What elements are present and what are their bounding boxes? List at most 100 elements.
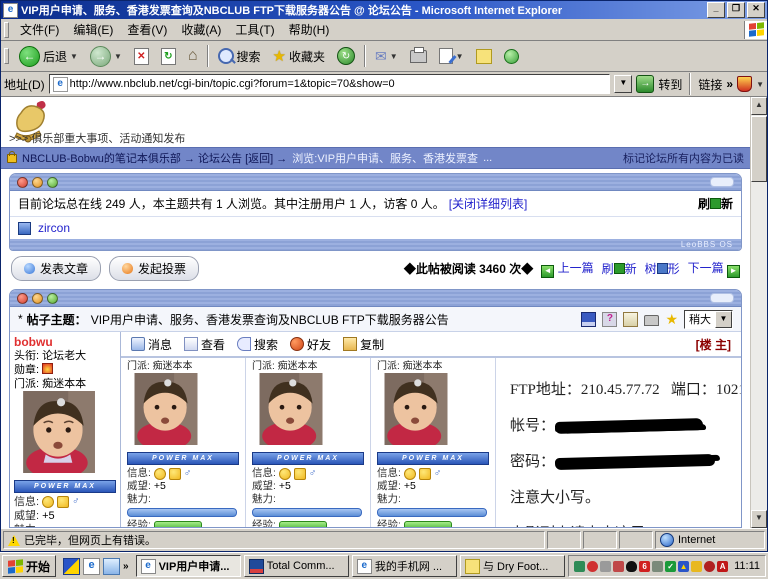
scroll-down-icon[interactable]: ▼	[751, 510, 767, 528]
tray-icon-lock[interactable]	[691, 561, 702, 572]
task-total-commander[interactable]: Total Comm...	[244, 555, 349, 577]
menu-edit[interactable]: 编辑(E)	[66, 19, 120, 40]
movie-list-link[interactable]: 电影列表请点击这里	[510, 522, 735, 527]
address-dropdown-icon[interactable]: ▼	[614, 75, 632, 93]
smiley-icon[interactable]	[154, 468, 166, 480]
smiley-square-icon[interactable]	[294, 468, 306, 480]
forward-button[interactable]: → ▼	[85, 43, 127, 70]
messenger-button[interactable]	[499, 46, 524, 67]
minimize-button[interactable]: _	[707, 2, 725, 18]
tray-icon-gray[interactable]	[652, 561, 663, 572]
tray-icon-warning[interactable]: ▲	[678, 561, 689, 572]
author-name[interactable]: bobwu	[14, 335, 116, 349]
stop-button[interactable]: ✕	[129, 45, 154, 68]
address-field[interactable]: e	[49, 74, 611, 94]
links-label[interactable]: 链接	[698, 76, 722, 93]
shield-dropdown-icon[interactable]: ▼	[756, 80, 764, 89]
warning-icon[interactable]	[8, 535, 20, 546]
ie-quicklaunch-icon[interactable]: e	[83, 558, 100, 575]
menu-view[interactable]: 查看(V)	[120, 19, 174, 40]
menu-favorites[interactable]: 收藏(A)	[174, 19, 228, 40]
smiley-icon[interactable]	[404, 468, 416, 480]
task-vip-post[interactable]: e VIP用户申请...	[136, 555, 241, 577]
refresh-link[interactable]: 刷新	[698, 195, 733, 212]
smiley-icon[interactable]	[279, 468, 291, 480]
view-button[interactable]: 查看	[184, 336, 225, 353]
title-bar[interactable]: e VIP用户申请、服务、香港发票查询及NBCLUB FTP下载服务器公告 @ …	[1, 1, 767, 19]
links-more[interactable]: »	[726, 77, 733, 91]
next-topic-link[interactable]: 下一篇 ►	[688, 259, 740, 278]
toolbar-grip[interactable]	[4, 22, 9, 38]
tree-view-link[interactable]: 树形	[645, 260, 680, 277]
menu-file[interactable]: 文件(F)	[13, 19, 66, 40]
smiley-square-icon[interactable]	[419, 468, 431, 480]
refresh-topic-link[interactable]: 刷新	[602, 260, 637, 277]
go-label[interactable]: 转到	[658, 76, 682, 93]
favorites-button[interactable]: ★ 收藏夹	[268, 45, 330, 68]
tray-icon-pinwheel[interactable]	[587, 561, 598, 572]
tray-icon-red-circle[interactable]	[704, 561, 715, 572]
forward-dropdown-icon[interactable]: ▼	[114, 52, 122, 61]
tray-icon-qq-penguin[interactable]	[626, 561, 637, 572]
smiley-square-icon[interactable]	[169, 468, 181, 480]
smiley-square-icon[interactable]	[57, 496, 69, 508]
outlook-express-icon[interactable]	[103, 558, 120, 575]
start-vote-button[interactable]: 发起投票	[109, 256, 199, 281]
friend-button[interactable]: 好友	[290, 336, 331, 353]
copy-button[interactable]: 复制	[343, 336, 384, 353]
favorite-post-icon[interactable]: ★	[665, 313, 678, 326]
member-link[interactable]: zircon	[38, 221, 70, 235]
go-icon[interactable]: →	[636, 75, 654, 93]
print-button[interactable]	[405, 47, 432, 66]
vertical-scrollbar[interactable]: ▲ ▼	[750, 97, 767, 528]
back-button[interactable]: ← 后退 ▼	[14, 43, 83, 70]
prev-topic-link[interactable]: ◄ 上一篇	[541, 259, 593, 278]
flashget-icon[interactable]	[63, 558, 80, 575]
search-button[interactable]: 搜索	[213, 45, 266, 68]
tray-icon-monitor-check[interactable]: ✓	[665, 561, 676, 572]
smiley-icon[interactable]	[42, 496, 54, 508]
scrollbar-track[interactable]	[751, 182, 767, 510]
address-input[interactable]	[70, 77, 609, 91]
mark-all-read-link[interactable]: 标记论坛所有内容为已读	[623, 150, 744, 166]
toolbar-grip[interactable]	[4, 48, 9, 64]
menu-tools[interactable]: 工具(T)	[228, 19, 281, 40]
task-dry-foot[interactable]: 与 Dry Foot...	[460, 555, 565, 577]
menu-help[interactable]: 帮助(H)	[282, 19, 337, 40]
mail-dropdown-icon[interactable]: ▼	[390, 52, 398, 61]
font-size-dropdown-icon[interactable]: ▼	[715, 311, 732, 328]
font-size-select[interactable]: 稍大 ▼	[684, 310, 733, 329]
scrollbar-thumb[interactable]	[751, 116, 767, 182]
scroll-up-icon[interactable]: ▲	[751, 97, 767, 115]
antivirus-shield-icon[interactable]	[737, 76, 752, 92]
discuss-button[interactable]	[471, 46, 497, 67]
tray-icon-pen[interactable]	[600, 561, 611, 572]
restore-button[interactable]: ❐	[727, 2, 745, 18]
task-mobile-site[interactable]: e 我的手机网 ...	[352, 555, 457, 577]
tray-icon-ati[interactable]: A	[717, 561, 728, 572]
refresh-button[interactable]: ↻	[156, 45, 181, 68]
history-button[interactable]: ↻	[332, 44, 360, 68]
tray-icon-red-6[interactable]: 6	[639, 561, 650, 572]
mail-button[interactable]: ✉ ▼	[370, 47, 403, 65]
clock[interactable]: 11:11	[734, 560, 760, 572]
home-button[interactable]: ⌂	[183, 46, 203, 66]
start-button[interactable]: 开始	[2, 555, 56, 577]
report-icon[interactable]: ?	[602, 312, 617, 327]
post-article-button[interactable]: 发表文章	[11, 256, 101, 281]
print-post-icon[interactable]	[644, 315, 659, 326]
edit-button[interactable]: ▼	[434, 45, 469, 67]
message-button[interactable]: 消息	[131, 336, 172, 353]
tray-icon-green[interactable]	[574, 561, 585, 572]
tray-icon-person[interactable]	[613, 561, 624, 572]
edit-dropdown-icon[interactable]: ▼	[456, 52, 464, 61]
quick-launch-more[interactable]: »	[123, 561, 129, 572]
close-button[interactable]: ✕	[747, 2, 765, 18]
close-detail-list-link[interactable]: [关闭详细列表]	[449, 195, 528, 212]
search-posts-button[interactable]: 搜索	[237, 336, 278, 353]
traffic-light-green-icon	[47, 177, 58, 188]
save-icon[interactable]	[581, 312, 596, 327]
back-dropdown-icon[interactable]: ▼	[70, 52, 78, 61]
breadcrumb-path[interactable]: NBCLUB-Bobwu的笔记本俱乐部 → 论坛公告 [返回] →	[22, 150, 287, 166]
book-icon[interactable]	[623, 312, 638, 327]
